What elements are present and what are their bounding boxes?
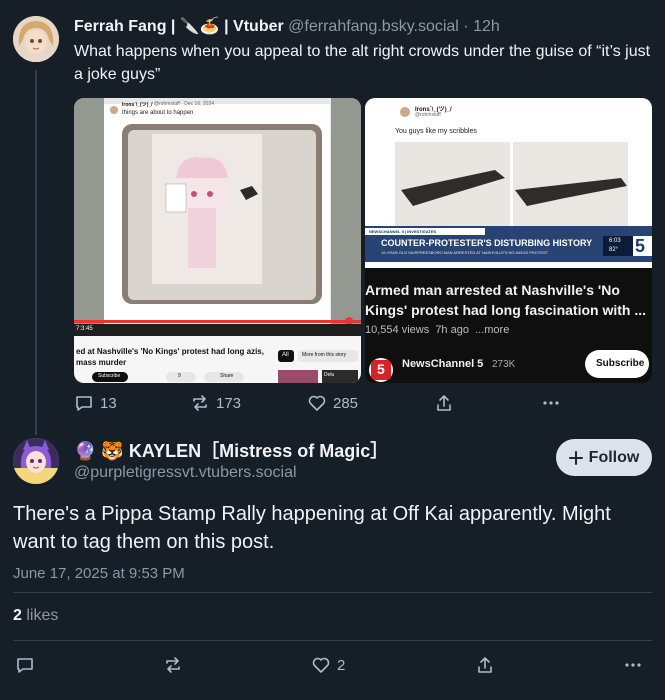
reply-button[interactable] [15, 655, 35, 675]
plus-icon [568, 450, 583, 465]
reply-count: 13 [100, 394, 117, 412]
like-button[interactable]: 2 [311, 655, 345, 675]
subscribe-small[interactable]: Subscribe [98, 373, 120, 379]
repost-button[interactable] [163, 655, 183, 675]
embed-image-left[interactable]: lrons`\_(ツ)_/ @rohmstuff · Dec 16, 2024 … [74, 98, 361, 383]
more-options-button[interactable] [623, 655, 643, 675]
share-small[interactable]: Share [220, 373, 233, 379]
channel-logo-number: 5 [635, 236, 646, 256]
like-button[interactable]: 285 [307, 393, 358, 413]
channel-name[interactable]: NewsChannel 5 [402, 358, 483, 370]
tweet-meta: @rohmstuff [415, 112, 441, 118]
reply-button[interactable]: 13 [74, 393, 117, 413]
reply-post-text: There's a Pippa Stamp Rally happening at… [13, 503, 611, 553]
follow-button[interactable]: Follow [556, 439, 652, 476]
likes-count: 2 [13, 607, 22, 624]
share-icon [437, 395, 451, 411]
parent-post-header: Ferrah Fang | 🔪🍝 | Vtuber @ferrahfang.bs… [74, 16, 500, 36]
reply-timestamp[interactable]: June 17, 2025 at 9:53 PM [13, 565, 185, 582]
tweet-text: You guys like my scribbles [395, 128, 477, 135]
like-count: 2 [337, 656, 346, 674]
follow-label: Follow [588, 448, 640, 466]
more-options-button[interactable] [541, 393, 561, 413]
chyron-main: COUNTER-PROTESTER'S DISTURBING HISTORY [381, 238, 593, 248]
likes-label: likes [21, 607, 59, 624]
video-time: 7:3:45 [76, 326, 93, 332]
reply-author-handle[interactable]: @purpletigressvt.vtubers.social [74, 464, 297, 482]
chyron-sub: 19-YEAR-OLD MURFREESBORO MAN ARRESTED AT… [381, 250, 549, 255]
subscribe-button[interactable]: Subscribe [596, 358, 644, 369]
reply-icon [17, 658, 33, 673]
chyron-time: 6:03 [609, 238, 621, 244]
thread-line [35, 70, 37, 435]
kaylen-avatar[interactable] [13, 438, 59, 484]
chip-all[interactable]: All [282, 352, 289, 358]
divider-bottom [13, 640, 652, 641]
chip-more[interactable]: More from this story [302, 352, 346, 358]
yt-title: ed at Nashville's 'No Kings' protest had… [76, 347, 264, 367]
share-button[interactable] [475, 655, 495, 675]
more-icon [543, 401, 559, 405]
author-name[interactable]: Ferrah Fang | 🔪🍝 | Vtuber [74, 18, 284, 35]
embed-image-right[interactable]: lrons`\_(ツ)_/ @rohmstuff You guys like m… [365, 98, 652, 383]
tweet-user: lrons`\_(ツ)_/ [122, 102, 153, 108]
author-handle[interactable]: @ferrahfang.bsky.social [288, 18, 459, 35]
reply-icon [76, 396, 92, 411]
heart-icon [308, 395, 326, 411]
likes-summary[interactable]: 2 likes [13, 607, 58, 625]
more-icon [625, 663, 641, 667]
heart-icon [312, 657, 330, 673]
side-label: Delu [324, 372, 335, 378]
parent-post-actions: 13 173 285 [74, 393, 574, 417]
channel-subs: 273K [492, 359, 516, 370]
reply-post-actions: 2 [13, 655, 653, 679]
repost-icon [193, 395, 207, 411]
video-title[interactable]: Armed man arrested at Nashville's 'No Ki… [365, 280, 652, 320]
chyron-tag: NEWSCHANNEL 5 | INVESTIGATES [369, 229, 437, 234]
ferrah-avatar[interactable] [13, 16, 59, 62]
repost-button[interactable]: 173 [190, 393, 241, 413]
repost-icon [166, 657, 180, 673]
channel-logo-small: 5 [377, 361, 385, 377]
reply-author-name[interactable]: 🔮 🐯 KAYLEN［Mistress of Magic］ [74, 437, 388, 463]
likes-small: 9 [178, 373, 181, 379]
parent-post-text: What happens when you appeal to the alt … [74, 43, 651, 83]
tweet-text: things are about to happen [122, 110, 194, 116]
time-separator: · [458, 18, 474, 35]
share-icon [478, 657, 492, 673]
repost-count: 173 [216, 394, 242, 412]
video-meta: 10,554 views 7h ago ...more [365, 324, 510, 336]
post-time[interactable]: 12h [473, 18, 500, 35]
like-count: 285 [333, 394, 359, 412]
chyron-temp: 82° [609, 247, 619, 253]
share-button[interactable] [434, 393, 454, 413]
divider-top [13, 592, 652, 593]
tweet-meta: @rohmstuff · Dec 16, 2024 [154, 101, 215, 107]
